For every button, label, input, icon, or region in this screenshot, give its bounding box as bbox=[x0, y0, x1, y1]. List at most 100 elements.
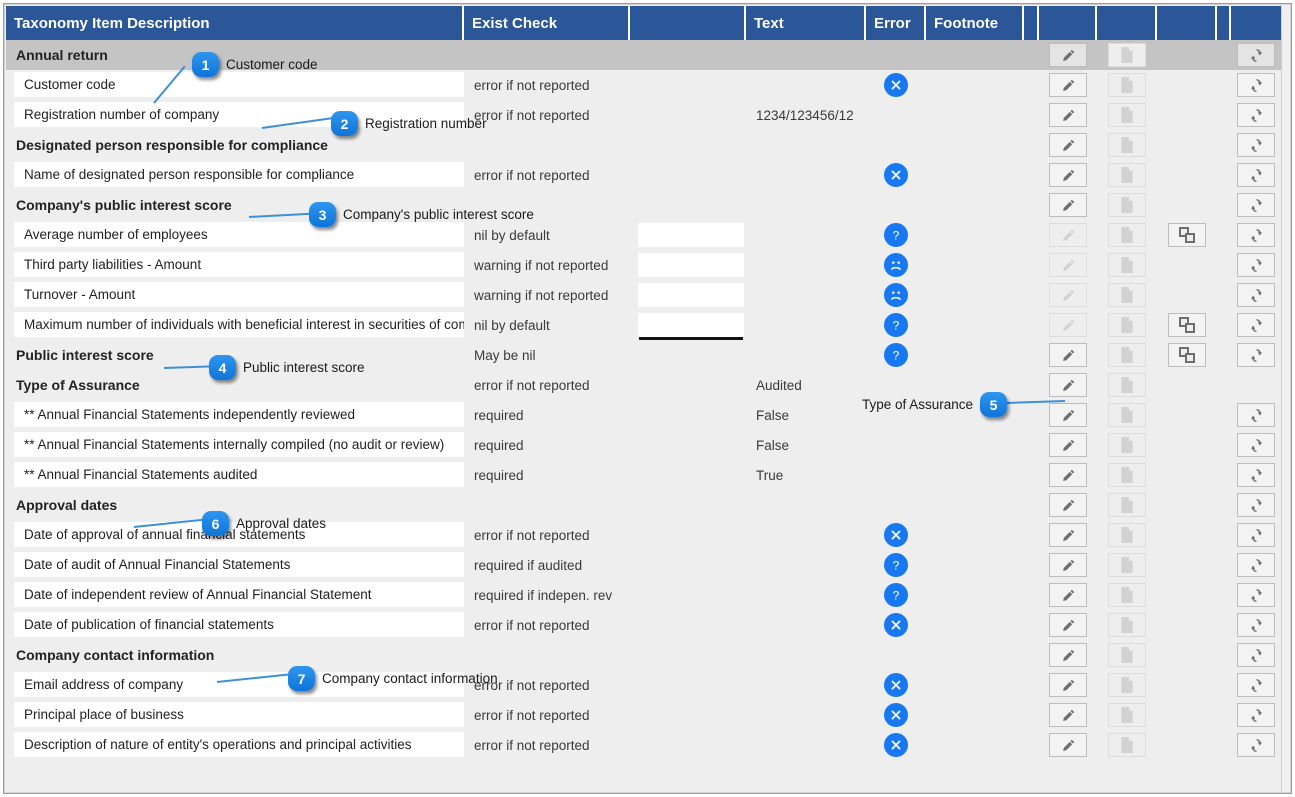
pencil-button[interactable] bbox=[1049, 583, 1087, 607]
value-input[interactable] bbox=[638, 313, 744, 337]
column-header-footnote[interactable]: Footnote bbox=[926, 6, 1024, 40]
refresh-button[interactable] bbox=[1237, 643, 1275, 667]
column-header-description[interactable]: Taxonomy Item Description bbox=[6, 6, 464, 40]
table-row[interactable]: Customer code error if not reported bbox=[6, 70, 1281, 100]
pencil-button[interactable] bbox=[1049, 433, 1087, 457]
refresh-button[interactable] bbox=[1237, 733, 1275, 757]
vertical-scrollbar[interactable] bbox=[1281, 5, 1290, 792]
pencil-button[interactable] bbox=[1049, 613, 1087, 637]
refresh-button[interactable] bbox=[1237, 403, 1275, 427]
error-x-icon[interactable] bbox=[884, 673, 908, 697]
pencil-button[interactable] bbox=[1049, 673, 1087, 697]
column-header-document[interactable] bbox=[1097, 6, 1157, 40]
column-header-exist_check[interactable]: Exist Check bbox=[464, 6, 630, 40]
refresh-button[interactable] bbox=[1237, 343, 1275, 367]
column-header-spacer1[interactable] bbox=[1024, 6, 1039, 40]
sad-face-icon[interactable] bbox=[884, 253, 908, 277]
table-row[interactable]: Registration number of company error if n… bbox=[6, 100, 1281, 130]
pencil-button[interactable] bbox=[1049, 523, 1087, 547]
pencil-button[interactable] bbox=[1049, 463, 1087, 487]
section-header-row[interactable]: Annual return bbox=[6, 40, 1281, 70]
refresh-button[interactable] bbox=[1237, 613, 1275, 637]
refresh-button[interactable] bbox=[1237, 313, 1275, 337]
pencil-button[interactable] bbox=[1049, 643, 1087, 667]
table-row[interactable]: Date of approval of annual financial sta… bbox=[6, 520, 1281, 550]
pencil-button[interactable] bbox=[1049, 553, 1087, 577]
column-header-text[interactable]: Text bbox=[746, 6, 866, 40]
pencil-button[interactable] bbox=[1049, 163, 1087, 187]
column-header-input[interactable] bbox=[630, 6, 746, 40]
table-row[interactable]: Turnover - Amount warning if not reported bbox=[6, 280, 1281, 310]
pencil-button[interactable] bbox=[1049, 193, 1087, 217]
column-header-refresh[interactable] bbox=[1231, 6, 1281, 40]
pencil-button[interactable] bbox=[1049, 103, 1087, 127]
refresh-button[interactable] bbox=[1237, 223, 1275, 247]
table-row[interactable]: Email address of company error if not rep… bbox=[6, 670, 1281, 700]
refresh-button[interactable] bbox=[1237, 433, 1275, 457]
refresh-button[interactable] bbox=[1237, 43, 1275, 67]
value-input[interactable] bbox=[638, 283, 744, 307]
column-header-error[interactable]: Error bbox=[866, 6, 926, 40]
pencil-button[interactable] bbox=[1049, 403, 1087, 427]
pencil-button[interactable] bbox=[1049, 373, 1087, 397]
section-header-row[interactable]: Approval dates bbox=[6, 490, 1281, 520]
table-row[interactable]: Date of audit of Annual Financial Statem… bbox=[6, 550, 1281, 580]
question-icon[interactable]: ? bbox=[884, 313, 908, 337]
pencil-button[interactable] bbox=[1049, 73, 1087, 97]
question-icon[interactable]: ? bbox=[884, 343, 908, 367]
error-x-icon[interactable] bbox=[884, 703, 908, 727]
refresh-button[interactable] bbox=[1237, 193, 1275, 217]
refresh-button[interactable] bbox=[1237, 283, 1275, 307]
section-header-row[interactable]: Company's public interest score bbox=[6, 190, 1281, 220]
table-row[interactable]: ** Annual Financial Statements independe… bbox=[6, 400, 1281, 430]
section-header-row[interactable]: Type of Assurance error if not reported Au… bbox=[6, 370, 1281, 400]
column-header-spacer2[interactable] bbox=[1217, 6, 1231, 40]
refresh-button[interactable] bbox=[1237, 553, 1275, 577]
column-header-copy[interactable] bbox=[1157, 6, 1217, 40]
question-icon[interactable]: ? bbox=[884, 223, 908, 247]
refresh-button[interactable] bbox=[1237, 103, 1275, 127]
copy-button[interactable] bbox=[1168, 343, 1206, 367]
table-row[interactable]: Principal place of business error if not … bbox=[6, 700, 1281, 730]
refresh-button[interactable] bbox=[1237, 133, 1275, 157]
refresh-button[interactable] bbox=[1237, 73, 1275, 97]
table-row[interactable]: Third party liabilities - Amount warning … bbox=[6, 250, 1281, 280]
table-row[interactable]: ** Annual Financial Statements internall… bbox=[6, 430, 1281, 460]
refresh-button[interactable] bbox=[1237, 163, 1275, 187]
refresh-button[interactable] bbox=[1237, 493, 1275, 517]
pencil-button[interactable] bbox=[1049, 343, 1087, 367]
table-row[interactable]: Name of designated person responsible fo… bbox=[6, 160, 1281, 190]
refresh-button[interactable] bbox=[1237, 673, 1275, 697]
error-x-icon[interactable] bbox=[884, 163, 908, 187]
pencil-button[interactable] bbox=[1049, 493, 1087, 517]
value-input[interactable] bbox=[638, 223, 744, 247]
copy-button[interactable] bbox=[1168, 313, 1206, 337]
refresh-button[interactable] bbox=[1237, 523, 1275, 547]
refresh-button[interactable] bbox=[1237, 703, 1275, 727]
table-row[interactable]: Date of independent review of Annual Fin… bbox=[6, 580, 1281, 610]
error-x-icon[interactable] bbox=[884, 523, 908, 547]
section-header-row[interactable]: Company contact information bbox=[6, 640, 1281, 670]
refresh-button[interactable] bbox=[1237, 463, 1275, 487]
refresh-button[interactable] bbox=[1237, 253, 1275, 277]
table-row[interactable]: Average number of employees nil by defaul… bbox=[6, 220, 1281, 250]
column-header-edit[interactable] bbox=[1039, 6, 1097, 40]
error-x-icon[interactable] bbox=[884, 613, 908, 637]
pencil-button[interactable] bbox=[1049, 133, 1087, 157]
section-header-row[interactable]: Designated person responsible for compli… bbox=[6, 130, 1281, 160]
refresh-button[interactable] bbox=[1237, 583, 1275, 607]
table-row[interactable]: Description of nature of entity's operat… bbox=[6, 730, 1281, 760]
section-header-row[interactable]: Public interest score May be nil? bbox=[6, 340, 1281, 370]
table-row[interactable]: Date of publication of financial stateme… bbox=[6, 610, 1281, 640]
copy-button[interactable] bbox=[1168, 223, 1206, 247]
table-row[interactable]: ** Annual Financial Statements audited re… bbox=[6, 460, 1281, 490]
question-icon[interactable]: ? bbox=[884, 553, 908, 577]
value-input[interactable] bbox=[638, 253, 744, 277]
error-x-icon[interactable] bbox=[884, 73, 908, 97]
table-row[interactable]: Maximum number of individuals with benef… bbox=[6, 310, 1281, 340]
pencil-button[interactable] bbox=[1049, 703, 1087, 727]
pencil-button[interactable] bbox=[1049, 43, 1087, 67]
question-icon[interactable]: ? bbox=[884, 583, 908, 607]
error-x-icon[interactable] bbox=[884, 733, 908, 757]
sad-face-icon[interactable] bbox=[884, 283, 908, 307]
